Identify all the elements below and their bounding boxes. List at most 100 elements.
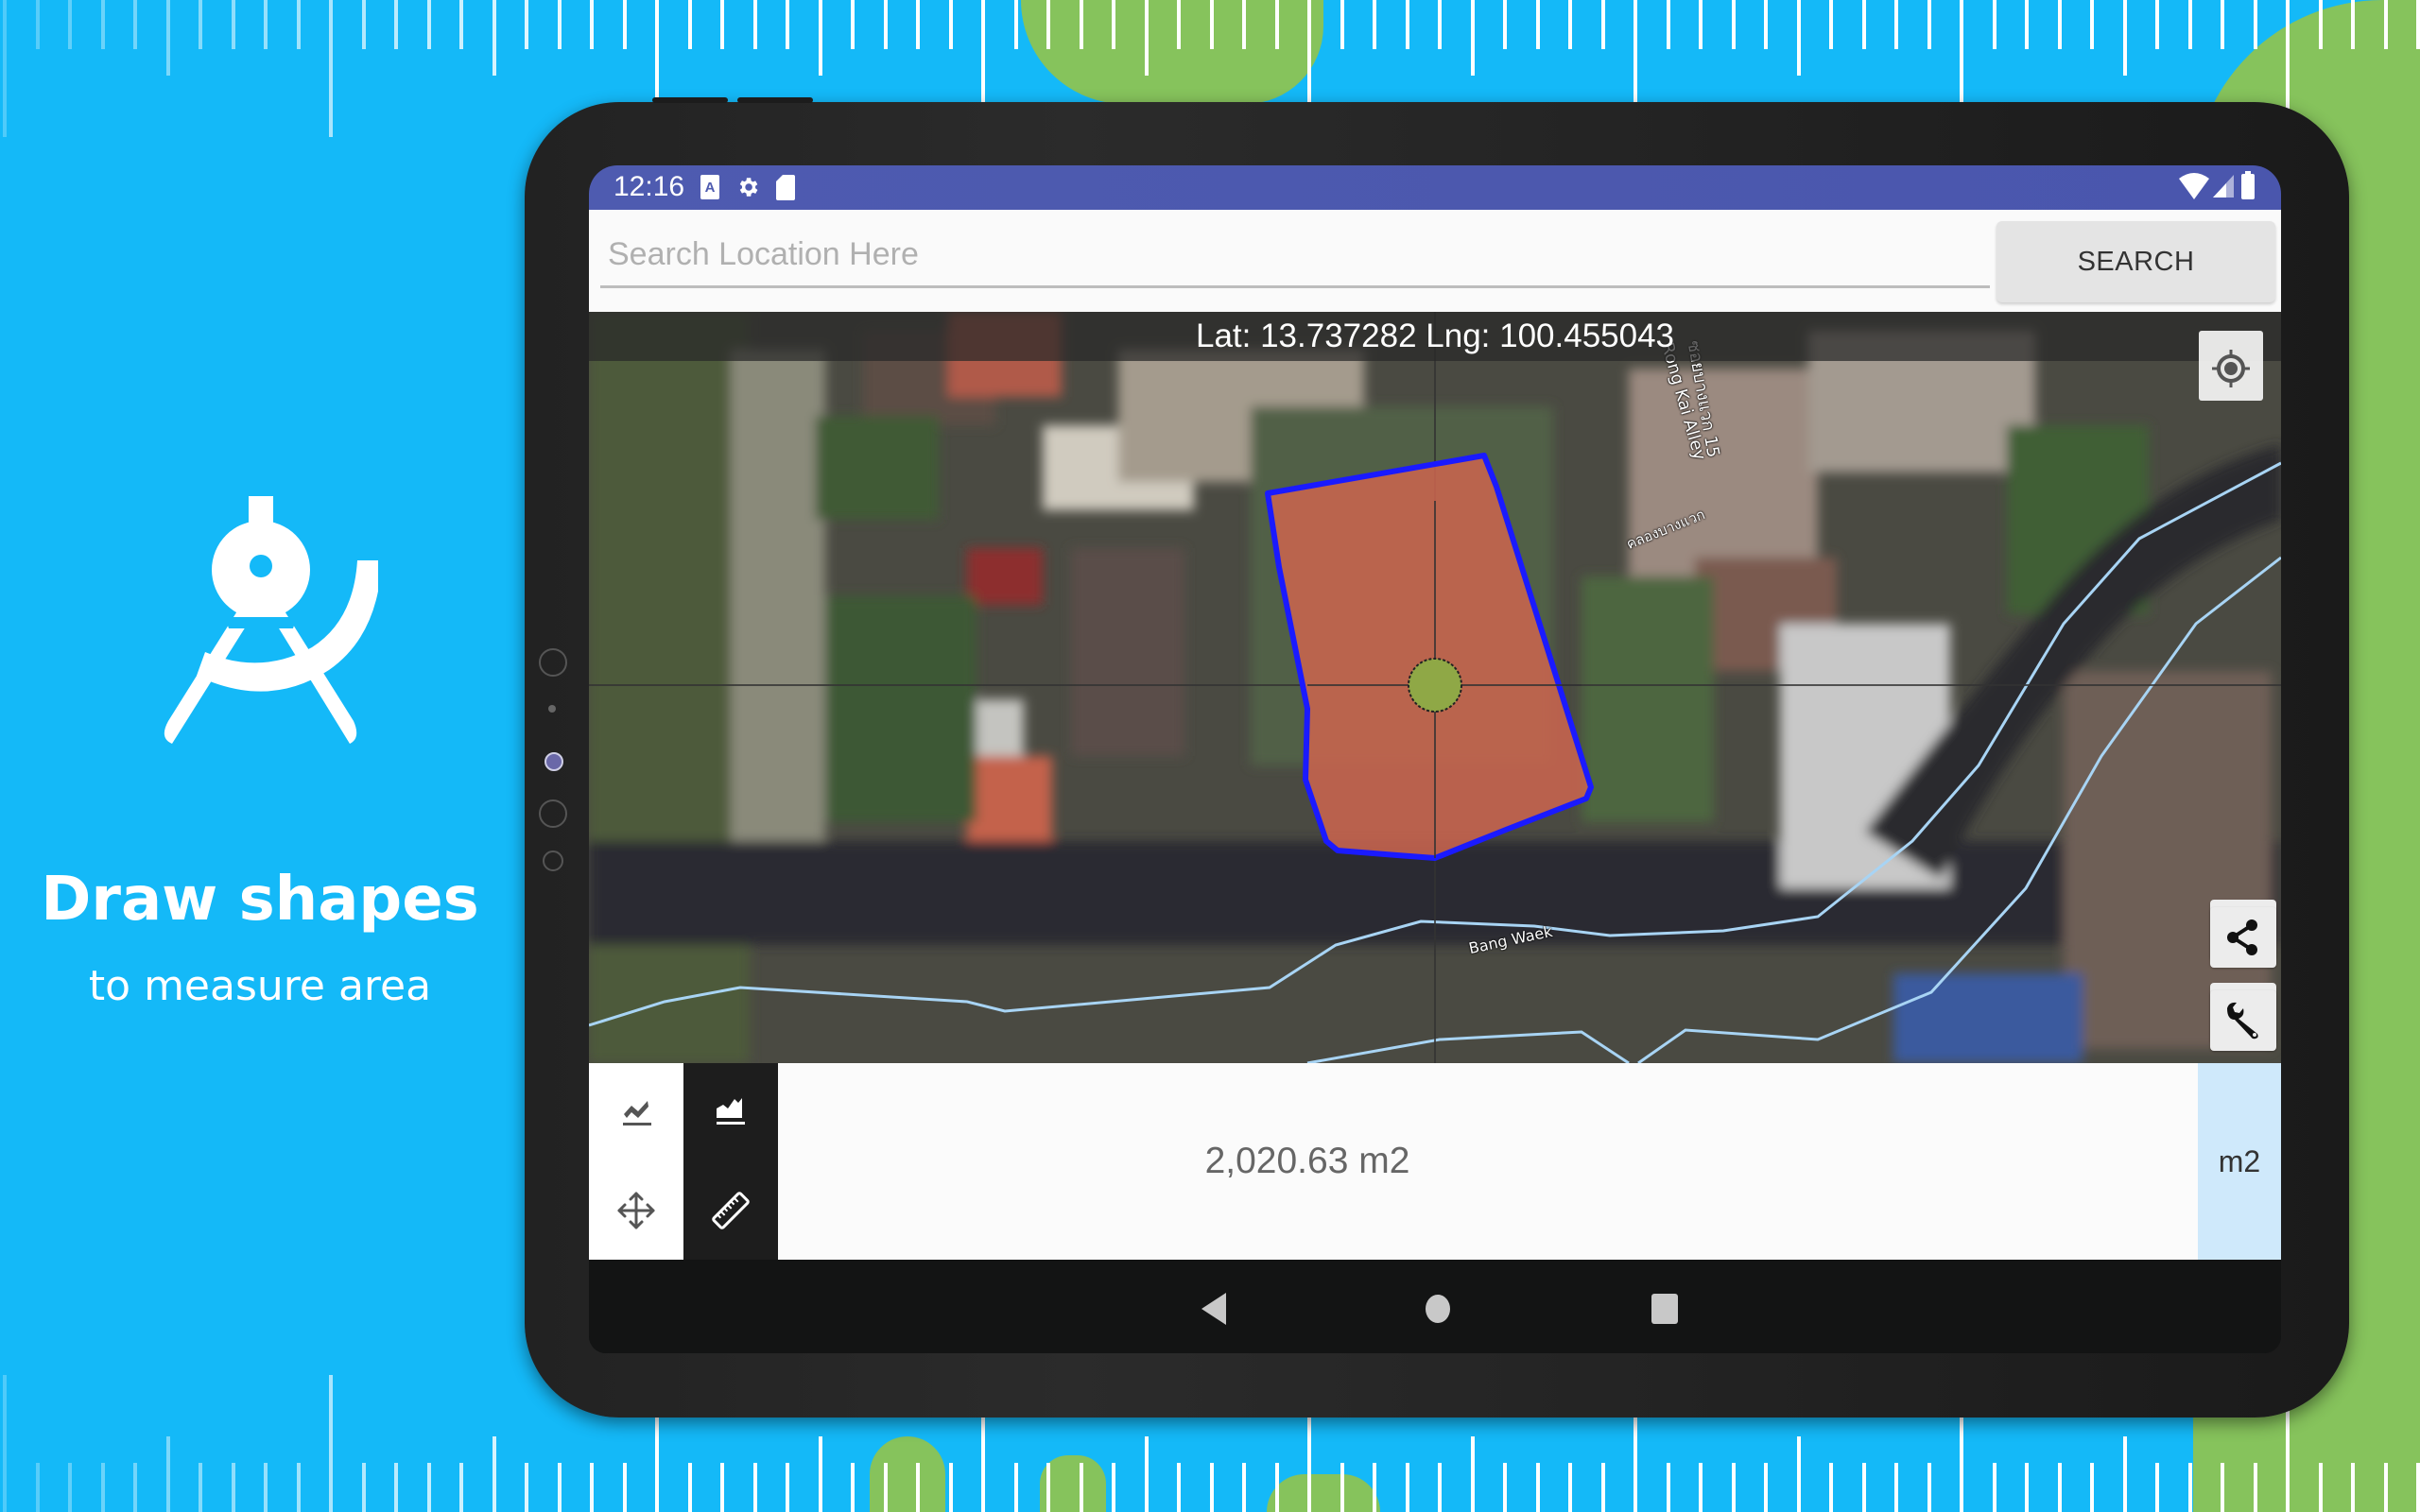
ruler-tick	[1861, 0, 1866, 49]
ruler-tick	[1046, 0, 1050, 49]
ruler-tick	[1503, 1463, 1507, 1512]
ruler-tick	[851, 1463, 855, 1512]
android-nav-bar	[589, 1260, 2281, 1353]
tablet-power-button	[737, 97, 813, 103]
ruler-tick	[1535, 0, 1540, 49]
ruler-tick	[264, 0, 268, 49]
measure-mode-button[interactable]	[683, 1161, 778, 1260]
ruler-tick	[2253, 1463, 2257, 1512]
ruler-tick	[1340, 1463, 1344, 1512]
ruler-tick	[2057, 0, 2062, 49]
ruler-tick	[1405, 0, 1409, 49]
ruler-tick	[2351, 0, 2355, 49]
settings-button[interactable]	[2210, 990, 2276, 1051]
ruler-tick	[2187, 1463, 2192, 1512]
ruler-tick	[394, 0, 398, 49]
ruler-tick	[1666, 0, 1670, 49]
ruler-tick	[752, 1463, 757, 1512]
ruler-tick	[1438, 0, 1442, 49]
ruler-tick	[492, 1436, 496, 1512]
ruler-tick	[948, 1463, 953, 1512]
ruler-tick	[2122, 1436, 2127, 1512]
ruler-tick	[720, 1463, 724, 1512]
ruler-tick	[2155, 0, 2159, 49]
ruler-tick	[557, 0, 562, 49]
ruler-tick	[1242, 1463, 1246, 1512]
ruler-tick	[296, 1463, 301, 1512]
ruler-tick	[1535, 1463, 1540, 1512]
ruler-tick	[590, 1463, 594, 1512]
compass-drafting-icon	[164, 496, 378, 744]
ruler-tick	[1144, 1436, 1149, 1512]
ruler-tick	[361, 0, 366, 49]
ruler-tick	[590, 0, 594, 49]
sensor	[543, 850, 563, 871]
recents-icon[interactable]	[1651, 1293, 1678, 1325]
ruler-tick	[786, 0, 789, 49]
area-mode-button[interactable]	[683, 1063, 778, 1161]
area-chart-icon	[717, 1098, 745, 1125]
line-mode-button[interactable]	[589, 1063, 683, 1161]
ruler-tick	[2351, 1463, 2355, 1512]
ruler-tick	[426, 0, 431, 49]
ruler-tick	[100, 1463, 105, 1512]
ruler-tick	[492, 0, 496, 76]
ruler-tick	[1177, 0, 1181, 49]
promo-title: Draw shapes	[41, 865, 479, 935]
drawn-polygon-layer[interactable]	[589, 312, 2281, 1063]
search-location-input[interactable]	[600, 223, 1990, 288]
cell-signal-icon	[2213, 175, 2234, 198]
coordinates-readout: Lat: 13.737282 Lng: 100.455043	[589, 312, 2281, 361]
ruler-tick	[1274, 0, 1279, 49]
ruler-tick	[1992, 1463, 1996, 1512]
wifi-icon	[2179, 173, 2209, 199]
home-icon[interactable]	[1425, 1293, 1451, 1325]
map-view[interactable]: ซอยบางแวก 15 Rong Kai Alley คลองบางแวก B…	[589, 312, 2281, 1063]
ruler-tick	[687, 1463, 692, 1512]
back-icon[interactable]	[1201, 1293, 1228, 1325]
ruler-tick	[133, 0, 137, 49]
ruler-tick	[2221, 0, 2224, 49]
ruler-tick	[3, 1375, 7, 1512]
ruler-tick	[1829, 0, 1833, 49]
ruler-tick	[1079, 0, 1083, 49]
ruler-tick	[2090, 1463, 2094, 1512]
move-arrows-icon	[617, 1192, 655, 1229]
ruler-tick	[1568, 1463, 1572, 1512]
ruler-tick	[2383, 1463, 2388, 1512]
ruler-tick	[1112, 1463, 1115, 1512]
ruler-tick	[1764, 0, 1768, 49]
status-bar: 12:16 A	[589, 165, 2281, 210]
ruler-tick	[426, 1463, 431, 1512]
measured-area-polygon	[1265, 453, 1594, 861]
ruler-tick	[2416, 0, 2420, 49]
unit-selector-button[interactable]: m2	[2198, 1063, 2281, 1260]
ruler-tick	[883, 1463, 888, 1512]
ruler-tick	[752, 0, 757, 49]
ruler-tick	[948, 0, 953, 49]
ruler-tick	[35, 1463, 40, 1512]
ruler-tick	[361, 1463, 366, 1512]
ruler-tick	[1209, 1463, 1214, 1512]
ruler-tick	[2122, 0, 2127, 76]
ruler-tick	[687, 0, 692, 49]
ruler-tick	[1600, 0, 1605, 49]
ruler-tick	[2253, 0, 2257, 49]
search-button[interactable]: SEARCH	[1996, 221, 2275, 302]
ruler-tick	[329, 0, 333, 137]
ruler-tick	[818, 1436, 822, 1512]
sensor-dot	[548, 705, 556, 713]
ruler-tick	[2057, 1463, 2062, 1512]
promo-subtitle: to measure area	[88, 962, 432, 1010]
share-button[interactable]	[2210, 907, 2276, 968]
battery-icon	[2241, 171, 2255, 199]
ruler-tick	[2155, 1463, 2159, 1512]
ruler-tick	[1992, 0, 1996, 49]
ruler-tick	[2025, 0, 2029, 49]
my-location-button[interactable]	[2199, 331, 2263, 401]
ruler-tick	[1470, 0, 1475, 76]
ruler-tick	[329, 1375, 333, 1512]
move-mode-button[interactable]	[589, 1161, 683, 1260]
tool-column-right	[683, 1063, 778, 1260]
ruler-tick	[557, 1463, 562, 1512]
